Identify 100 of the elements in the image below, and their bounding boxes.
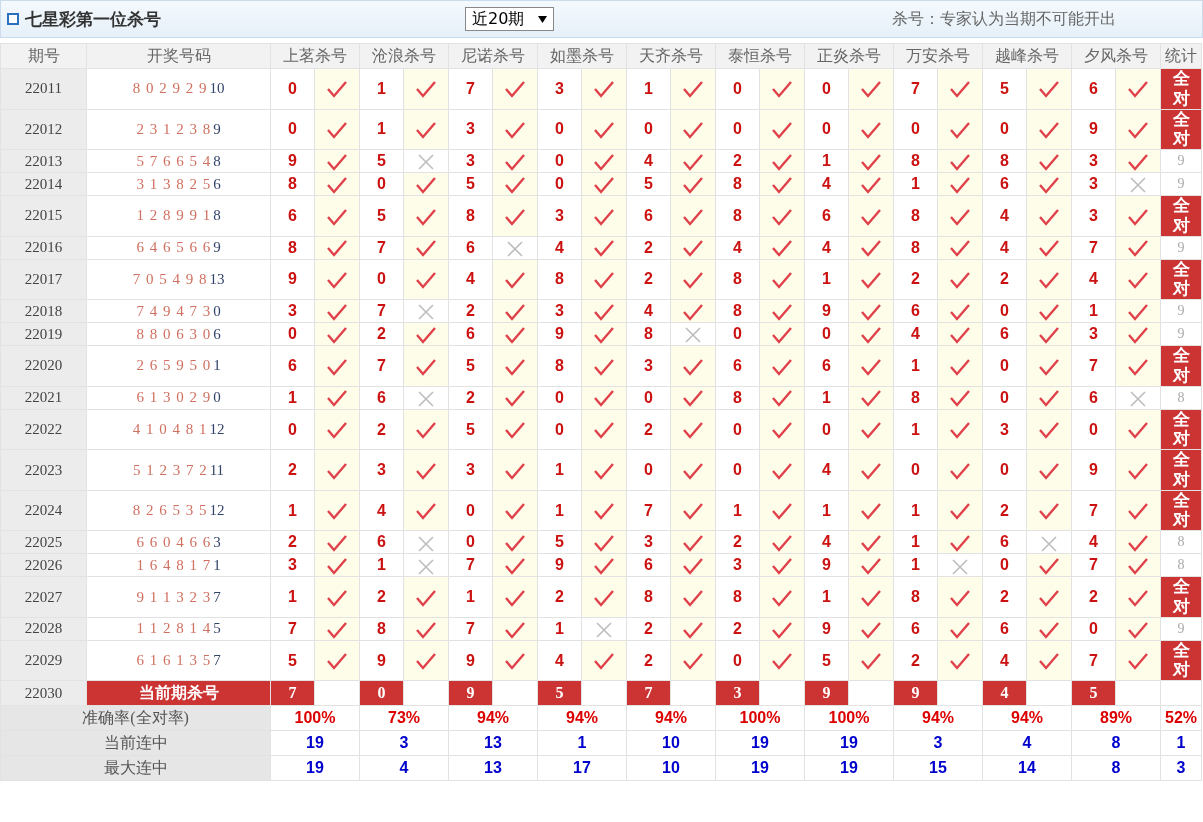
period-cell: 22013 [0,149,87,173]
kill-number: 0 [626,109,671,150]
kill-number: 9 [1071,449,1116,491]
summary-value: 89% [1071,705,1161,731]
summary-value: 100% [804,705,894,731]
kill-number: 0 [982,345,1027,387]
kill-number: 1 [893,172,938,196]
kill-number: 6 [448,236,493,260]
kill-number: 7 [359,299,404,323]
kill-number: 1 [804,259,849,300]
kill-number: 7 [1071,490,1116,531]
summary-label: 当前连中 [0,730,271,756]
kill-number: 0 [270,409,315,450]
kill-number: 8 [893,386,938,410]
kill-number: 0 [982,449,1027,491]
kill-number: 2 [626,259,671,300]
kill-number: 4 [359,490,404,531]
draw-numbers: 2 3 1 2 3 8 9 [86,109,271,150]
kill-number: 6 [982,617,1027,641]
summary-value: 73% [359,705,449,731]
column-header: 开奖号码 [86,43,271,69]
column-header: 期号 [0,43,87,69]
draw-numbers: 8 2 6 5 3 5 12 [86,490,271,531]
kill-number: 9 [270,259,315,300]
kill-number: 0 [1071,617,1116,641]
kill-number: 0 [537,409,582,450]
kill-number: 0 [715,449,760,491]
summary-value: 4 [359,755,449,781]
kill-number: 2 [448,299,493,323]
kill-number: 6 [359,530,404,554]
kill-number: 4 [982,236,1027,260]
kill-number: 8 [893,149,938,173]
period-cell: 22028 [0,617,87,641]
draw-numbers: 8 0 2 9 2 9 10 [86,68,271,110]
kill-number: 0 [715,68,760,110]
kill-number: 8 [982,149,1027,173]
all-correct-badge: 全对 [1160,259,1202,300]
kill-number: 2 [982,259,1027,300]
kill-number: 1 [270,490,315,531]
kill-number: 4 [893,322,938,346]
kill-number: 3 [537,195,582,237]
draw-numbers: 6 4 6 5 6 6 9 [86,236,271,260]
kill-number: 2 [626,409,671,450]
kill-number: 7 [1071,553,1116,577]
page-title: 七星彩第一位杀号 [25,8,162,31]
kill-number: 9 [1071,109,1116,150]
kill-number: 0 [270,322,315,346]
draw-numbers: 9 1 1 3 2 3 7 [86,576,271,618]
kill-number: 2 [715,617,760,641]
kill-number: 1 [804,386,849,410]
kill-number: 1 [448,576,493,618]
kill-number: 6 [893,617,938,641]
kill-number: 0 [626,386,671,410]
all-correct-badge: 全对 [1160,195,1202,237]
all-correct-badge: 全对 [1160,345,1202,387]
kill-number: 8 [715,172,760,196]
summary-value: 100% [270,705,360,731]
kill-number: 8 [715,195,760,237]
period-cell: 22011 [0,68,87,110]
kill-number: 4 [1071,530,1116,554]
kill-number: 0 [537,149,582,173]
draw-numbers: 2 6 5 9 5 0 1 [86,345,271,387]
kill-number: 1 [804,576,849,618]
kill-number: 1 [537,617,582,641]
column-header: 尼诺杀号 [448,43,538,69]
kill-number: 4 [804,236,849,260]
kill-number: 6 [270,195,315,237]
kill-number: 1 [804,149,849,173]
kill-number: 2 [626,640,671,681]
caret-icon [538,15,548,23]
kill-number: 7 [448,68,493,110]
kill-number: 0 [715,109,760,150]
summary-value: 94% [537,705,627,731]
kill-number: 2 [1071,576,1116,618]
kill-number: 6 [1071,386,1116,410]
column-header: 如墨杀号 [537,43,627,69]
draw-numbers: 8 8 0 6 3 0 6 [86,322,271,346]
square-icon [7,13,19,25]
kill-number: 5 [626,172,671,196]
kill-number: 3 [1071,195,1116,237]
kill-number: 1 [270,576,315,618]
period-cell: 22027 [0,576,87,618]
summary-value: 19 [715,755,805,781]
kill-number: 2 [626,617,671,641]
summary-value: 3 [1160,755,1202,781]
kill-number: 0 [537,172,582,196]
summary-value: 10 [626,730,716,756]
kill-number: 1 [893,530,938,554]
kill-number: 8 [448,195,493,237]
kill-number: 4 [982,195,1027,237]
kill-number: 5 [448,409,493,450]
summary-value: 17 [537,755,627,781]
kill-number: 0 [715,640,760,681]
column-header: 泰恒杀号 [715,43,805,69]
kill-number: 4 [804,449,849,491]
kill-number: 1 [715,490,760,531]
kill-number: 3 [715,553,760,577]
kill-number: 2 [982,576,1027,618]
kill-number: 8 [359,617,404,641]
period-select[interactable]: 近20期 [465,7,555,31]
